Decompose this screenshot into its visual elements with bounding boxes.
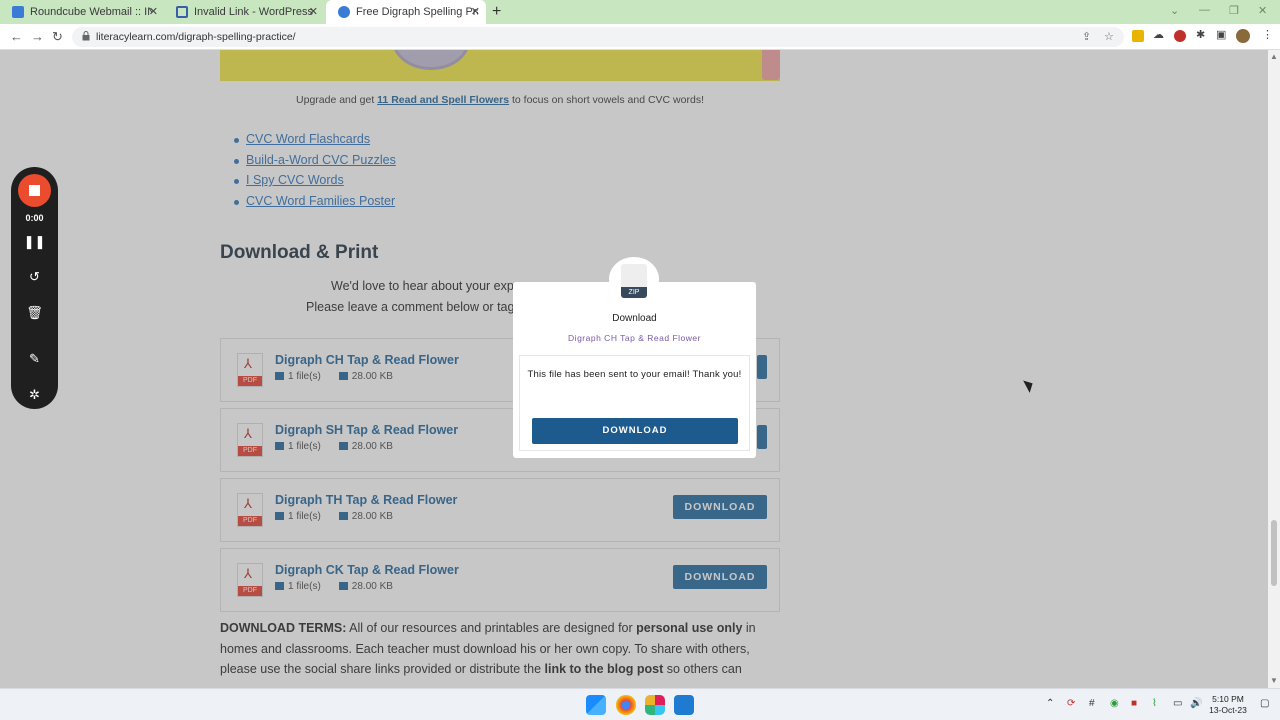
menu-dots-icon[interactable]: ⋮ bbox=[1262, 28, 1273, 41]
profile-avatar[interactable] bbox=[1236, 29, 1250, 43]
sync-icon[interactable]: ⟳ bbox=[1067, 698, 1075, 709]
extensions-puzzle-icon[interactable]: ✱ bbox=[1196, 28, 1205, 41]
roundcube-favicon-icon bbox=[12, 6, 24, 18]
url-text: literacylearn.com/digraph-spelling-pract… bbox=[96, 31, 296, 43]
restore-icon[interactable]: ❐ bbox=[1229, 4, 1239, 17]
scrollbar-thumb[interactable] bbox=[1271, 520, 1277, 586]
display-tray-icon[interactable]: ▭ bbox=[1173, 698, 1182, 709]
close-tab-icon[interactable]: ✕ bbox=[149, 5, 158, 18]
modal-subtitle: Digraph CH Tap & Read Flower bbox=[568, 333, 701, 343]
zip-file-icon: ZIP bbox=[621, 264, 647, 298]
slack-tray-icon[interactable]: # bbox=[1089, 698, 1095, 709]
lock-icon bbox=[82, 31, 90, 41]
close-window-icon[interactable]: ✕ bbox=[1258, 4, 1267, 17]
modal-content-box: This file has been sent to your email! T… bbox=[519, 355, 750, 451]
close-tab-icon[interactable]: ✕ bbox=[471, 5, 480, 18]
restart-icon[interactable]: ↺ bbox=[11, 269, 58, 285]
effects-icon[interactable]: ✲ bbox=[11, 387, 58, 403]
scroll-up-icon[interactable]: ▲ bbox=[1270, 52, 1278, 61]
tab-title: Roundcube Webmail :: INBOX bbox=[30, 6, 152, 18]
side-panel-icon[interactable]: ▣ bbox=[1216, 28, 1226, 41]
pen-icon[interactable]: ✎ bbox=[11, 351, 58, 367]
wordpress-download-favicon-icon bbox=[176, 6, 188, 18]
address-bar[interactable]: literacylearn.com/digraph-spelling-pract… bbox=[72, 27, 1124, 47]
tab-title: Free Digraph Spelling Practice A bbox=[356, 6, 478, 18]
status-tray-icon[interactable]: ◉ bbox=[1110, 698, 1119, 709]
tab-roundcube[interactable]: Roundcube Webmail :: INBOX ✕ bbox=[0, 0, 164, 24]
chevron-up-icon[interactable]: ⌃ bbox=[1046, 698, 1054, 709]
site-favicon-icon bbox=[338, 6, 350, 18]
share-icon[interactable]: ⇪ bbox=[1082, 30, 1091, 43]
recording-time: 0:00 bbox=[25, 213, 44, 223]
forward-icon[interactable]: → bbox=[31, 29, 44, 44]
volume-icon[interactable]: 🔊 bbox=[1190, 698, 1202, 709]
screen-recorder-widget: 0:00 ❚❚ ↺ 🗑 ✎ ✲ bbox=[11, 167, 58, 409]
clock-date: 13-Oct-23 bbox=[1209, 705, 1247, 715]
trash-icon[interactable]: 🗑 bbox=[11, 305, 58, 321]
extension-badge-icon[interactable] bbox=[1132, 30, 1144, 42]
reload-icon[interactable]: ↻ bbox=[52, 29, 63, 45]
scroll-down-icon[interactable]: ▼ bbox=[1270, 676, 1278, 685]
stop-recording-button[interactable] bbox=[18, 174, 51, 207]
chrome-app-icon[interactable] bbox=[616, 695, 636, 715]
pause-icon[interactable]: ❚❚ bbox=[11, 234, 58, 250]
slack-app-icon[interactable] bbox=[645, 695, 665, 715]
notifications-icon[interactable]: ▢ bbox=[1260, 698, 1269, 709]
vscode-app-icon[interactable] bbox=[674, 695, 694, 715]
minimize-icon[interactable]: — bbox=[1199, 4, 1210, 16]
modal-message: This file has been sent to your email! T… bbox=[527, 369, 742, 380]
modal-title: Download bbox=[612, 313, 657, 324]
clock-time: 5:10 PM bbox=[1212, 694, 1244, 704]
bookmark-star-icon[interactable]: ☆ bbox=[1104, 30, 1114, 43]
extension-red-icon[interactable] bbox=[1174, 30, 1186, 42]
record-tray-icon[interactable]: ■ bbox=[1131, 698, 1137, 709]
close-tab-icon[interactable]: ✕ bbox=[309, 5, 318, 18]
extension-cloud-icon[interactable]: ☁ bbox=[1153, 28, 1164, 41]
download-modal: ZIP Download Digraph CH Tap & Read Flowe… bbox=[513, 257, 756, 458]
windows-taskbar: ⌃ ⟳ # ◉ ■ ⌇ ▭ 🔊 5:10 PM 13-Oct-23 ▢ bbox=[0, 688, 1280, 720]
zip-label: ZIP bbox=[621, 287, 647, 298]
tab-title: Invalid Link - WordPress Downlo bbox=[194, 6, 316, 18]
back-icon[interactable]: ← bbox=[10, 29, 23, 44]
browser-toolbar: ← → ↻ literacylearn.com/digraph-spelling… bbox=[0, 24, 1280, 50]
tab-digraph-practice[interactable]: Free Digraph Spelling Practice A ✕ bbox=[326, 0, 486, 24]
page-scrollbar[interactable]: ▲ ▼ bbox=[1268, 50, 1280, 688]
chevron-down-icon[interactable]: ⌄ bbox=[1170, 4, 1179, 17]
network-tray-icon[interactable]: ⌇ bbox=[1152, 698, 1157, 709]
windows-start-icon[interactable] bbox=[586, 695, 606, 715]
browser-tab-strip: Roundcube Webmail :: INBOX ✕ Invalid Lin… bbox=[0, 0, 1280, 24]
new-tab-button[interactable]: + bbox=[492, 3, 501, 21]
taskbar-clock[interactable]: 5:10 PM 13-Oct-23 bbox=[1208, 694, 1248, 716]
modal-download-button[interactable]: DOWNLOAD bbox=[532, 418, 738, 444]
tab-invalid-link[interactable]: Invalid Link - WordPress Downlo ✕ bbox=[164, 0, 324, 24]
